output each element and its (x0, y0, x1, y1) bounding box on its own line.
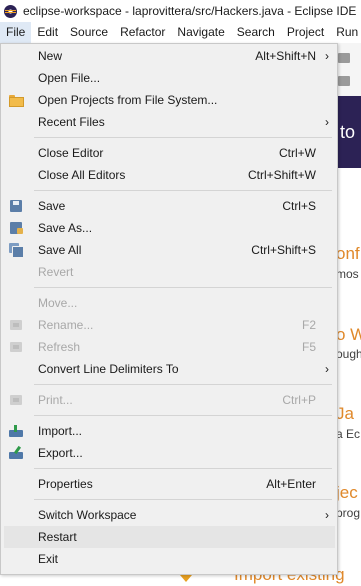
menu-item-label: Save (38, 199, 66, 213)
menu-separator (34, 468, 332, 469)
menu-item-shortcut: F2 (301, 318, 316, 332)
menu-item-label: Properties (38, 477, 93, 491)
menu-separator (34, 287, 332, 288)
menu-item-shortcut: Alt+Shift+N (255, 49, 316, 63)
menu-separator (34, 190, 332, 191)
menu-item-label: Revert (38, 265, 74, 279)
menu-item-shortcut: F5 (301, 340, 316, 354)
refresh-icon (8, 340, 24, 354)
menu-run[interactable]: Run (330, 22, 361, 43)
menu-item-label: Exit (38, 552, 59, 566)
menu-item-shortcut: Ctrl+W (279, 146, 316, 160)
menu-separator (34, 415, 332, 416)
menu-item-recent-files[interactable]: Recent Files › (4, 111, 335, 133)
menu-item-label: Refresh (38, 340, 81, 354)
menu-item-label: Close Editor (38, 146, 104, 160)
import-icon (8, 424, 24, 438)
menu-item-label: Move... (38, 296, 78, 310)
menu-item-print[interactable]: Print... Ctrl+P (4, 389, 335, 411)
menu-item-label: Save As... (38, 221, 93, 235)
menu-item-save[interactable]: Save Ctrl+S (4, 195, 335, 217)
menu-item-label: Save All (38, 243, 82, 257)
menu-item-open-file[interactable]: Open File... (4, 67, 335, 89)
menu-item-revert[interactable]: Revert (4, 261, 335, 283)
menu-item-label: Close All Editors (38, 168, 126, 182)
menu-item-exit[interactable]: Exit (4, 548, 335, 570)
menu-item-label: Print... (38, 393, 73, 407)
menu-item-switch-workspace[interactable]: Switch Workspace › (4, 504, 335, 526)
menu-item-label: New (38, 49, 63, 63)
submenu-arrow-icon: › (325, 115, 329, 129)
menu-item-refresh[interactable]: Refresh F5 (4, 336, 335, 358)
menu-item-label: Switch Workspace (38, 508, 137, 522)
menu-project[interactable]: Project (281, 22, 330, 43)
save-icon (8, 199, 24, 213)
menu-item-move[interactable]: Move... (4, 292, 335, 314)
welcome-desc-fragment: mos (336, 267, 359, 281)
menu-separator (34, 384, 332, 385)
welcome-desc-fragment: ough (336, 347, 361, 361)
menu-item-label: Restart (38, 530, 77, 544)
rename-icon (8, 318, 24, 332)
menu-item-rename[interactable]: Rename... F2 (4, 314, 335, 336)
menu-item-shortcut: Ctrl+S (282, 199, 316, 213)
menu-item-new[interactable]: New Alt+Shift+N › (4, 45, 335, 67)
welcome-header-fragment: to (340, 122, 356, 142)
menu-separator (34, 137, 332, 138)
menu-item-close-editor[interactable]: Close Editor Ctrl+W (4, 142, 335, 164)
menu-item-restart[interactable]: Restart (4, 526, 335, 548)
menu-item-shortcut: Alt+Enter (266, 477, 316, 491)
title-bar: eclipse-workspace - laprovittera/src/Hac… (0, 0, 361, 22)
menu-item-convert-line-delimiters[interactable]: Convert Line Delimiters To › (4, 358, 335, 380)
welcome-link-fragment[interactable]: jec (336, 483, 358, 503)
export-icon (8, 446, 24, 460)
menu-search[interactable]: Search (231, 22, 281, 43)
submenu-arrow-icon: › (325, 362, 329, 376)
welcome-link-fragment[interactable]: onf (336, 244, 360, 264)
menu-item-label: Recent Files (38, 115, 105, 129)
menu-edit[interactable]: Edit (31, 22, 64, 43)
save-all-icon (8, 243, 24, 258)
menu-item-label: Convert Line Delimiters To (38, 362, 179, 376)
menu-source[interactable]: Source (64, 22, 114, 43)
menu-item-label: Export... (38, 446, 83, 460)
menu-item-label: Open File... (38, 71, 101, 85)
menu-item-export[interactable]: Export... (4, 442, 335, 464)
save-as-icon (8, 221, 24, 235)
menu-file[interactable]: File (0, 22, 32, 43)
toolbar-icon[interactable] (338, 53, 350, 63)
file-menu-dropdown: New Alt+Shift+N › Open File... Open Proj… (0, 43, 338, 575)
window-title: eclipse-workspace - laprovittera/src/Hac… (23, 4, 357, 18)
welcome-desc-fragment: a Ec (336, 427, 361, 441)
submenu-arrow-icon: › (325, 49, 329, 63)
menu-item-shortcut: Ctrl+Shift+S (251, 243, 316, 257)
welcome-link-fragment[interactable]: o W (336, 325, 361, 345)
menu-item-properties[interactable]: Properties Alt+Enter (4, 473, 335, 495)
menu-item-label: Rename... (38, 318, 94, 332)
toolbar-icon[interactable] (338, 76, 350, 86)
welcome-desc-fragment: prog (336, 506, 361, 520)
folder-icon (8, 93, 24, 107)
menu-refactor[interactable]: Refactor (114, 22, 171, 43)
menu-item-label: Open Projects from File System... (38, 93, 218, 107)
menu-item-import[interactable]: Import... (4, 420, 335, 442)
menu-item-save-as[interactable]: Save As... (4, 217, 335, 239)
submenu-arrow-icon: › (325, 508, 329, 522)
welcome-link-fragment[interactable]: Ja (336, 404, 354, 424)
menu-item-open-projects[interactable]: Open Projects from File System... (4, 89, 335, 111)
menu-navigate[interactable]: Navigate (171, 22, 230, 43)
print-icon (8, 393, 24, 407)
menu-separator (34, 499, 332, 500)
menu-bar: File Edit Source Refactor Navigate Searc… (0, 22, 361, 43)
menu-item-close-all-editors[interactable]: Close All Editors Ctrl+Shift+W (4, 164, 335, 186)
menu-item-shortcut: Ctrl+Shift+W (247, 168, 316, 182)
menu-item-shortcut: Ctrl+P (282, 393, 316, 407)
menu-item-label: Import... (38, 424, 83, 438)
eclipse-logo-icon (4, 4, 17, 18)
menu-item-save-all[interactable]: Save All Ctrl+Shift+S (4, 239, 335, 261)
